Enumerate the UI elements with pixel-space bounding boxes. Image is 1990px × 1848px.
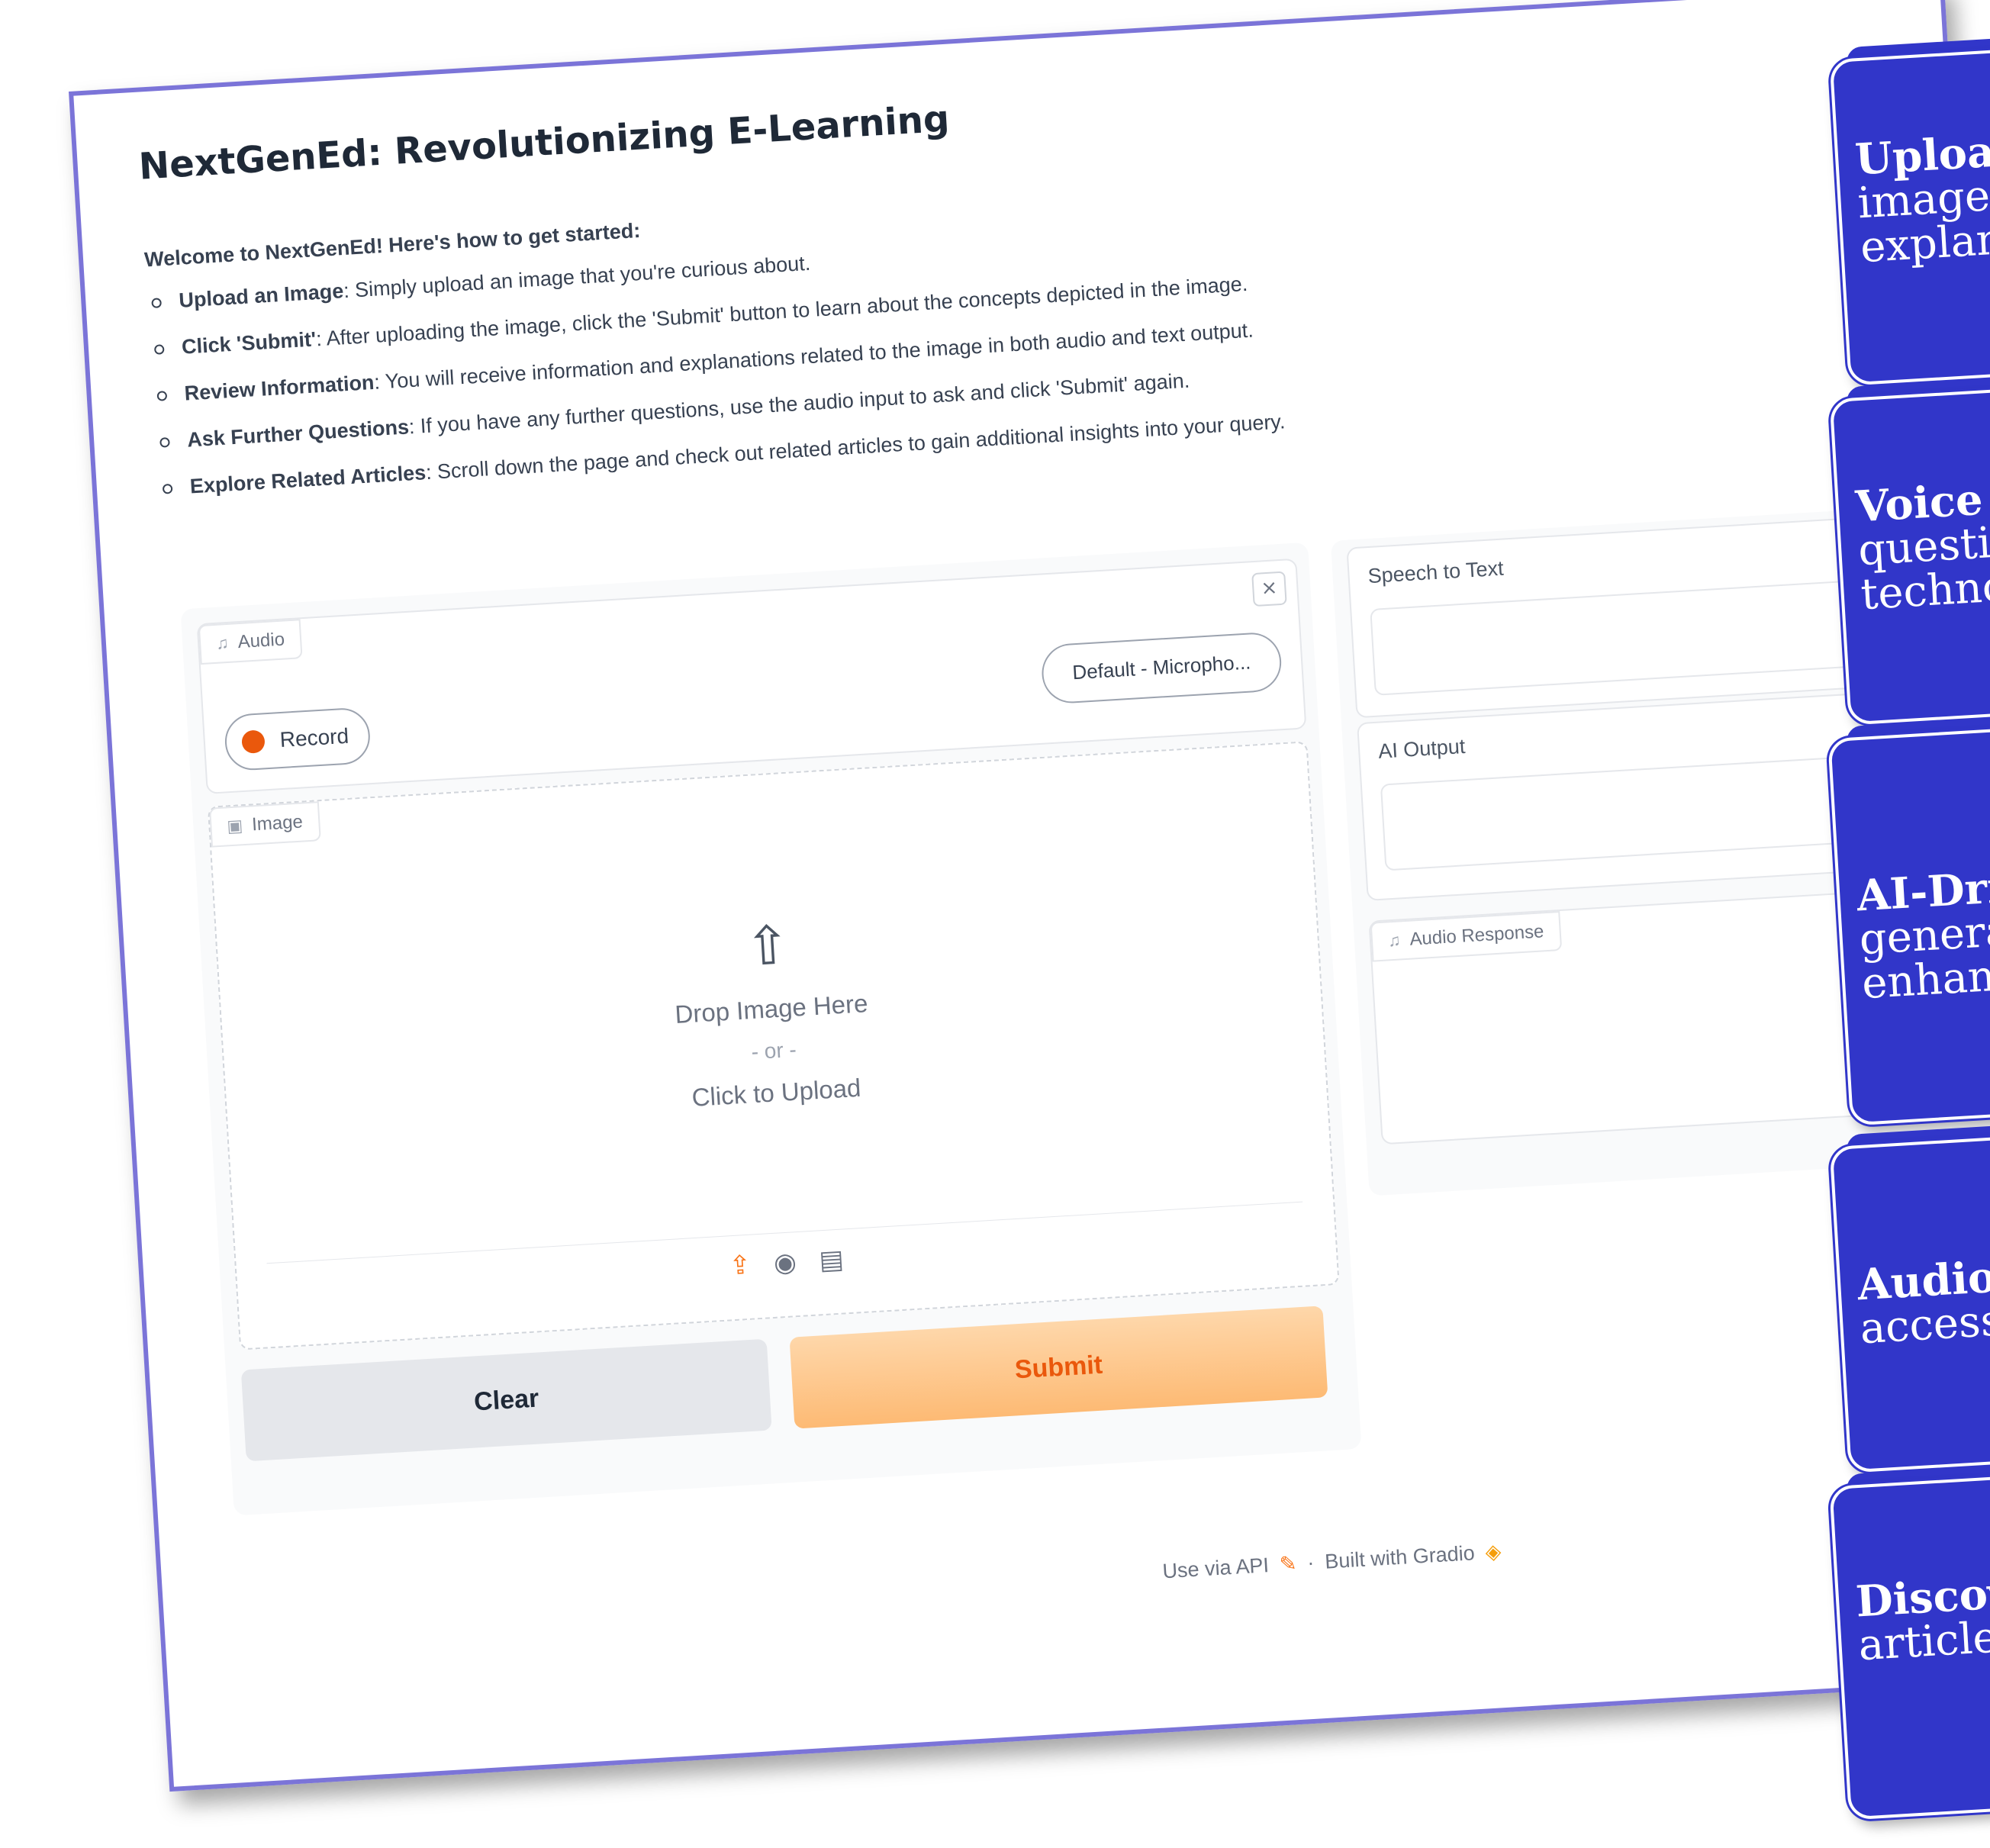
audio-label-text: Audio [237,629,285,653]
audio-response-label-text: Audio Response [1409,921,1545,950]
image-label-text: Image [251,811,304,835]
click-to-upload-text: Click to Upload [691,1073,862,1112]
step-text: : Simply upload an image that you're cur… [343,251,811,303]
upload-source-icon[interactable]: ⇪ [728,1250,752,1282]
ai-output-label: AI Output [1377,734,1467,763]
image-icon: ▣ [226,816,243,836]
step-label: Ask Further Questions [186,415,410,452]
feature-card: Audio I accessib [1829,1135,1990,1473]
speech-to-text-label: Speech to Text [1367,556,1505,588]
card-line: articles. [1856,1610,1990,1671]
feature-card: AI-Driv generate enhanci [1827,726,1990,1126]
use-via-api-link[interactable]: Use via API [1162,1553,1270,1583]
intro-section: Welcome to NextGenEd! Here's how to get … [143,182,1286,518]
submit-button[interactable]: Submit [789,1306,1328,1429]
record-dot-icon [241,729,266,755]
card-line: technolo [1859,559,1990,620]
upload-icon: ⇧ [743,914,792,977]
footer-separator: · [1306,1550,1315,1575]
built-with-gradio-link[interactable]: Built with Gradio [1324,1541,1475,1574]
rocket-icon: ✎ [1278,1551,1298,1576]
card-line: enhanci [1860,949,1990,1009]
card-line: explana [1859,213,1990,273]
step-label: Upload an Image [178,279,345,312]
clear-button[interactable]: Clear [240,1338,772,1462]
feature-card: Voice in question technolo [1829,387,1990,726]
webcam-icon[interactable]: ◉ [773,1247,797,1279]
image-label: ▣ Image [208,801,321,848]
audio-label: ♫ Audio [198,619,303,665]
music-note-icon: ♫ [215,633,230,653]
clipboard-icon[interactable]: ▤ [818,1244,844,1276]
step-label: Review Information [183,370,375,405]
feature-card: Discove articles. [1829,1474,1990,1821]
image-input: ▣ Image ⇧ Drop Image Here - or - Click t… [207,741,1340,1351]
app-window: NextGenEd: Revolutionizing E-Learning We… [69,0,1990,1792]
image-drop-zone[interactable]: ⇧ Drop Image Here - or - Click to Upload [213,803,1331,1235]
input-panel: ♫ Audio × Record Default - Micropho... ▣… [180,542,1362,1516]
microphone-select[interactable]: Default - Micropho... [1040,631,1283,705]
step-label: Click 'Submit' [181,327,317,359]
music-note-icon: ♫ [1387,930,1402,951]
or-text: - or - [750,1037,797,1064]
close-button[interactable]: × [1251,571,1287,607]
gradio-logo-icon: ◈ [1484,1540,1502,1564]
record-label: Record [279,723,349,752]
page-title: NextGenEd: Revolutionizing E-Learning [137,97,951,188]
feature-card: Upload image, explana [1829,47,1990,386]
step-label: Explore Related Articles [189,461,427,498]
record-button[interactable]: Record [223,707,372,772]
audio-response-label: ♫ Audio Response [1370,911,1562,962]
image-source-selector: ⇪ ◉ ▤ [237,1215,1336,1310]
footer: Use via API ✎ · Built with Gradio ◈ [1162,1540,1502,1583]
card-line: accessib [1858,1293,1990,1354]
drop-image-text: Drop Image Here [674,989,869,1029]
